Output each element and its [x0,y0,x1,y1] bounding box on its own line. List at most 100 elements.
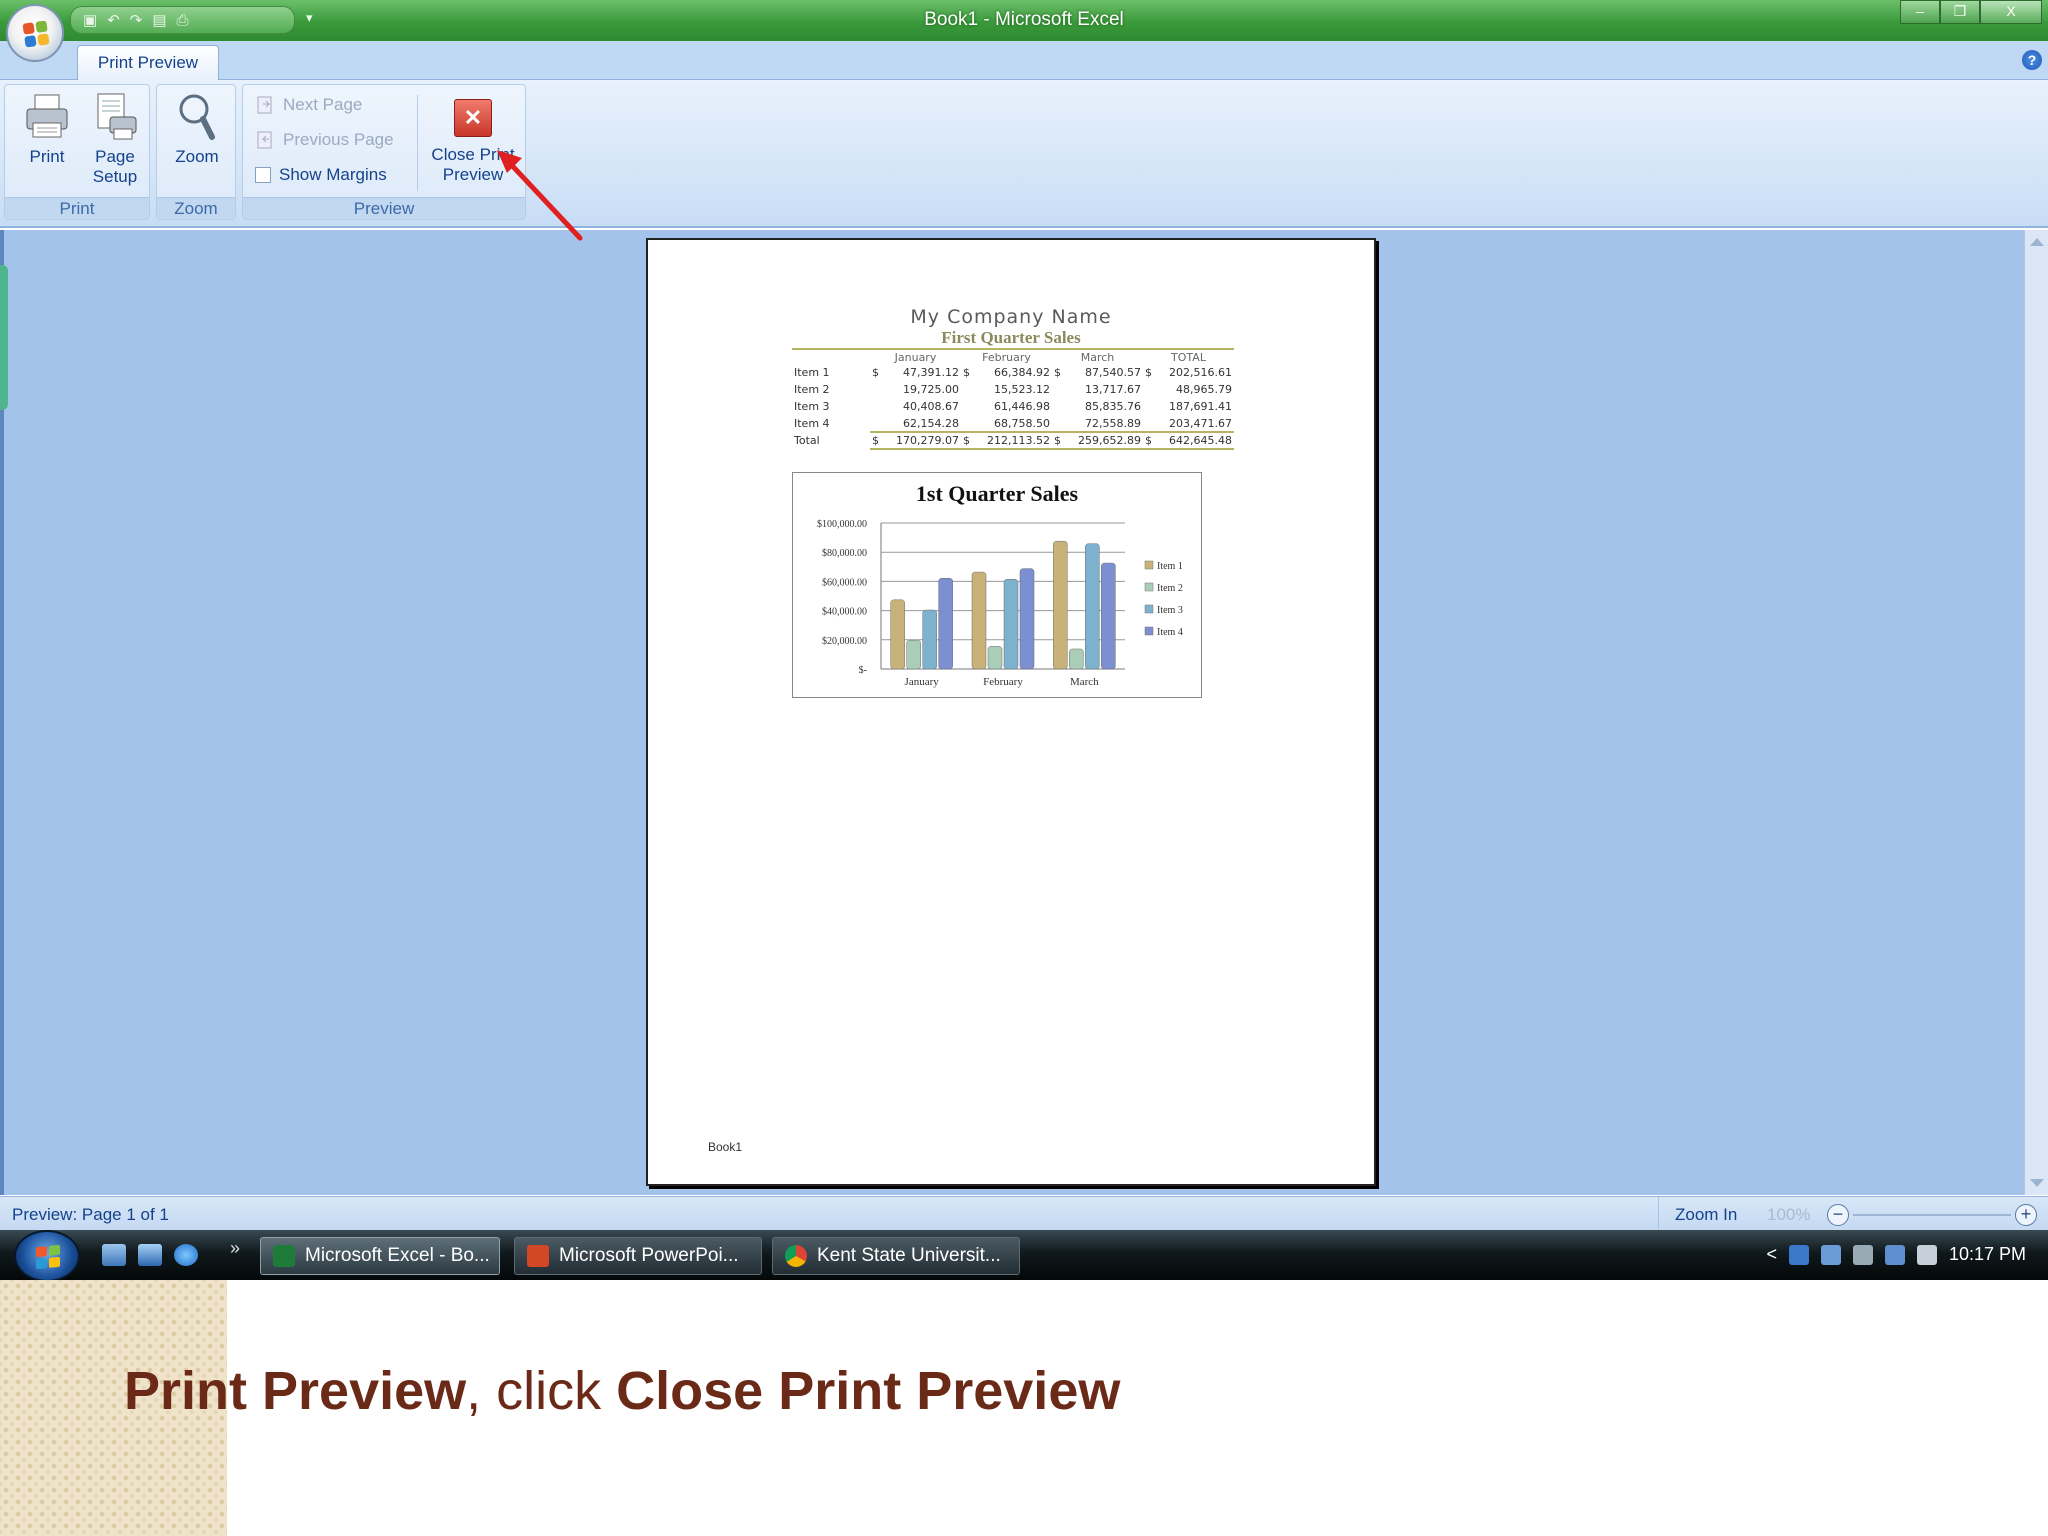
start-button[interactable] [14,1230,80,1282]
network-icon[interactable] [1788,1244,1809,1265]
x-tick-label: February [983,676,1023,688]
powerpoint-icon [527,1245,549,1267]
dollar-sign: $ [872,434,879,447]
previous-page-label: Previous Page [283,130,394,149]
next-page-icon [255,95,275,115]
zoom-button[interactable]: Zoom [165,91,229,167]
bar-item-1 [971,571,987,670]
show-margins-checkbox[interactable]: Show Margins [255,161,387,189]
dollar-sign: $ [872,366,879,379]
legend-swatch [1144,604,1154,614]
table-header-row: January February March TOTAL [792,350,1234,364]
group-divider [417,95,418,191]
power-icon[interactable] [1852,1244,1873,1265]
table-cell: $170,279.07 [870,431,961,450]
show-margins-label: Show Margins [279,165,387,184]
ribbon-tab-bar: Print Preview ? [0,41,2048,81]
table-cell: 13,717.67 [1085,383,1141,396]
bar-item-1 [1053,540,1068,670]
zoom-in-icon[interactable]: + [2015,1204,2037,1226]
company-name: My Company Name [910,306,1112,328]
table-cell: 72,558.89 [1085,416,1141,430]
minimize-button[interactable]: – [1900,0,1940,24]
internet-explorer-icon[interactable] [174,1244,198,1266]
system-tray: < 10:17 PM [1766,1244,2026,1265]
tray-expand-icon[interactable]: < [1766,1244,1777,1265]
zoom-out-icon[interactable]: − [1827,1204,1849,1226]
office-button[interactable] [6,4,64,62]
scroll-up-arrow-icon[interactable] [2030,238,2044,246]
task-powerpoint[interactable]: Microsoft PowerPoi... [514,1237,762,1275]
tab-print-preview[interactable]: Print Preview [77,45,219,81]
legend-label: Item 3 [1157,605,1183,616]
table-cell: 19,725.00 [903,383,959,396]
page-footer: Book1 [708,1140,743,1154]
display-icon[interactable] [1884,1244,1905,1265]
row-label: Item 3 [794,400,830,413]
group-print: Print Page Setup Print [4,84,150,220]
excel-icon [273,1245,295,1267]
previous-page-button[interactable]: Previous Page [255,126,394,154]
dollar-sign: $ [1054,366,1061,379]
bar-item-4 [1019,568,1035,670]
show-desktop-icon[interactable] [138,1244,162,1266]
dollar-sign: $ [963,434,970,447]
side-tab [0,265,8,410]
windows-logo-icon [36,1244,60,1270]
legend-swatch [1144,626,1154,636]
preview-page: My Company Name First Quarter Sales Janu… [646,238,1376,1186]
x-tick-label: January [905,676,940,688]
table-cell: 48,965.79 [1176,383,1232,396]
safely-remove-icon[interactable] [1820,1244,1841,1265]
table-cell: $642,645.48 [1143,431,1234,450]
magnifier-icon [174,91,220,143]
close-print-preview-button[interactable]: ✕ Close Print Preview [423,95,523,185]
group-preview-label: Preview [243,197,525,219]
restore-button[interactable]: ❐ [1940,0,1980,24]
close-window-button[interactable]: X [1980,0,2042,24]
slide-caption-area: Print Preview, click Close Print Preview [0,1280,2048,1536]
page-setup-icon [92,91,138,143]
x-tick-label: March [1070,676,1099,688]
print-button[interactable]: Print [15,91,79,167]
cell-value: 87,540.57 [1085,366,1141,379]
cell-value: 170,279.07 [896,434,959,447]
cell-value: 202,516.61 [1169,366,1232,379]
y-tick-label: $40,000.00 [822,607,867,618]
caption-text: , click [466,1361,617,1421]
zoom-slider[interactable] [1853,1214,2011,1216]
volume-icon[interactable] [1916,1244,1937,1265]
clock[interactable]: 10:17 PM [1949,1244,2026,1265]
y-tick-label: $100,000.00 [817,519,867,530]
sales-table: January February March TOTAL Item 1 $47,… [792,348,1234,450]
legend-label: Item 4 [1157,627,1183,638]
bar-item-2 [1069,648,1084,670]
quick-launch [102,1244,198,1266]
help-icon[interactable]: ? [2022,50,2042,70]
page-setup-button[interactable]: Page Setup [83,91,147,187]
close-print-preview-label: Close Print Preview [431,145,515,184]
table-cell: 187,691.41 [1169,400,1232,413]
window-title: Book1 - Microsoft Excel [924,9,1124,30]
checkbox-icon [255,167,271,183]
row-label: Item 2 [794,383,830,396]
switch-windows-icon[interactable] [102,1244,126,1266]
zoom-percent[interactable]: 100% [1767,1205,1810,1225]
zoom-controls: Zoom In 100% − + [1658,1197,2048,1231]
scroll-down-arrow-icon[interactable] [2030,1179,2044,1187]
legend-label: Item 2 [1157,583,1183,594]
next-page-label: Next Page [283,95,363,114]
next-page-button[interactable]: Next Page [255,91,362,119]
table-row: Item 1 $47,391.12 $66,384.92 $87,540.57 … [792,364,1234,381]
cell-value: 47,391.12 [903,366,959,379]
sales-chart: $100,000.00 $80,000.00 $60,000.00 $40,000.0… [817,519,1183,688]
task-browser[interactable]: Kent State Universit... [772,1237,1020,1275]
task-excel[interactable]: Microsoft Excel - Bo... [260,1237,500,1275]
legend-label: Item 1 [1157,561,1183,572]
quick-launch-more-icon[interactable]: » [230,1238,240,1259]
zoom-in-button[interactable]: Zoom In [1675,1205,1737,1225]
bar-item-3 [1085,543,1100,670]
vertical-scrollbar[interactable] [2024,230,2048,1195]
dollar-sign: $ [1054,434,1061,447]
group-zoom: Zoom Zoom [156,84,236,220]
